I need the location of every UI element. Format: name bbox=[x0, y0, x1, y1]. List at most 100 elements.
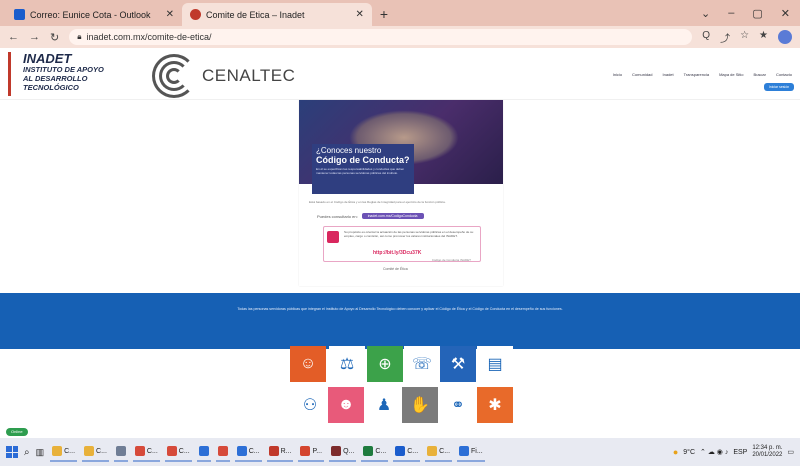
hands-tile[interactable]: ✋ bbox=[402, 387, 438, 423]
people-icon: ⚇ bbox=[302, 397, 318, 414]
taskbar-app[interactable]: C... bbox=[425, 442, 453, 462]
close-icon[interactable]: ✕ bbox=[166, 9, 174, 20]
poster-info-box: Su propósito es orientar la actuación de… bbox=[323, 226, 481, 262]
taskbar-app[interactable]: Q... bbox=[329, 442, 357, 462]
task-view-icon[interactable]: ▥ bbox=[36, 447, 45, 458]
handshake-tile[interactable]: ⚭ bbox=[440, 387, 476, 423]
listen-icon: ☏ bbox=[411, 356, 432, 373]
clock[interactable]: 12:34 p. m. 20/01/2022 bbox=[752, 445, 782, 459]
taskbar-app[interactable]: C... bbox=[50, 442, 78, 462]
extensions-icon[interactable]: ★ bbox=[759, 30, 768, 45]
document-tile[interactable]: ▤ bbox=[477, 346, 513, 382]
tab-outlook[interactable]: Correo: Eunice Cota - Outlook ✕ bbox=[6, 3, 182, 26]
consult-link-pill[interactable]: inadet.com.mx/CodigoConducta bbox=[361, 213, 424, 219]
poster-short-link[interactable]: http://bit.ly/3Dcu37K bbox=[373, 250, 421, 256]
person-tile[interactable]: ☺ bbox=[290, 346, 326, 382]
globe-tile[interactable]: ⊕ bbox=[367, 346, 403, 382]
group-tile[interactable]: ♟ bbox=[366, 387, 402, 423]
app-label: Fi... bbox=[471, 447, 483, 455]
login-button[interactable]: Iniciar sesión bbox=[764, 83, 794, 91]
reload-button[interactable]: ↻ bbox=[50, 31, 59, 44]
time: 12:34 p. m. bbox=[752, 445, 783, 451]
network-tile[interactable]: ✱ bbox=[477, 387, 513, 423]
temperature: 9°C bbox=[683, 448, 696, 456]
poster-headline-block: ¿Conoces nuestro Código de Conducta? En … bbox=[312, 144, 414, 194]
share-icon[interactable]: ⤴ bbox=[720, 30, 730, 45]
app-icon bbox=[363, 446, 374, 456]
browser-toolbar: ← → ↻ 🔒︎ inadet.com.mx/comite-de-etica/ … bbox=[0, 26, 800, 48]
new-tab-button[interactable]: + bbox=[380, 6, 388, 22]
tab-search-button[interactable]: ⌄ bbox=[701, 7, 710, 20]
inadet-logo[interactable]: INADET INSTITUTO DE APOYO AL DESARROLLO … bbox=[8, 52, 126, 96]
app-label: C... bbox=[146, 447, 158, 455]
taskbar: ⌕ ▥ C... C... C... C... C... R... P... Q... C...… bbox=[0, 438, 800, 466]
poster-gray-text: Está basado en el Código de Ética y en l… bbox=[309, 200, 446, 204]
system-tray: ● 9°C ⌃ ☁ ◉ ♪ ESP 12:34 p. m. 20/01/2022… bbox=[673, 445, 794, 459]
windows-start-icon[interactable] bbox=[6, 446, 18, 458]
status-badge: Online bbox=[6, 428, 28, 436]
network-icon[interactable]: ⌃ ☁ ◉ ♪ bbox=[700, 448, 728, 456]
taskbar-app[interactable]: C... bbox=[393, 442, 421, 462]
app-label: R... bbox=[280, 447, 292, 455]
minimize-button[interactable]: – bbox=[728, 7, 734, 19]
nav-item-buscar[interactable]: Buscar bbox=[754, 72, 766, 77]
taskbar-apps: C... C... C... C... C... R... P... Q... C... C...… bbox=[50, 442, 485, 462]
taskbar-app[interactable]: Fi... bbox=[457, 442, 485, 462]
close-window-button[interactable]: ✕ bbox=[781, 7, 790, 20]
back-button[interactable]: ← bbox=[8, 31, 19, 43]
app-icon bbox=[427, 446, 438, 456]
app-icon bbox=[459, 446, 470, 456]
taskbar-app[interactable]: C... bbox=[361, 442, 389, 462]
notifications-icon[interactable]: ▭ bbox=[787, 448, 794, 456]
app-label: P... bbox=[312, 447, 323, 455]
gavel-tile[interactable]: ⚒ bbox=[440, 346, 476, 382]
address-bar[interactable]: 🔒︎ inadet.com.mx/comite-de-etica/ bbox=[69, 29, 693, 45]
window-controls: ⌄ – ▢ ✕ bbox=[701, 0, 800, 26]
taskbar-app[interactable] bbox=[196, 442, 211, 462]
listen-tile[interactable]: ☏ bbox=[404, 346, 440, 382]
inadet-subtitle-1: INSTITUTO DE APOYO bbox=[23, 65, 104, 74]
close-icon[interactable]: ✕ bbox=[356, 9, 364, 20]
app-icon bbox=[166, 446, 177, 456]
maximize-button[interactable]: ▢ bbox=[752, 7, 762, 20]
balance-icon: ⚖ bbox=[339, 356, 355, 373]
bookmark-icon[interactable]: ☆ bbox=[740, 30, 749, 45]
balance-tile[interactable]: ⚖ bbox=[329, 346, 365, 382]
nav-item-transparencia[interactable]: Transparencia bbox=[684, 72, 709, 77]
url-text: inadet.com.mx/comite-de-etica/ bbox=[86, 32, 212, 42]
forward-button[interactable]: → bbox=[29, 31, 40, 43]
language[interactable]: ESP bbox=[733, 449, 747, 456]
zoom-icon[interactable]: Q bbox=[702, 30, 710, 45]
network-icon: ✱ bbox=[488, 397, 502, 414]
app-label: Q... bbox=[343, 447, 355, 455]
search-icon[interactable]: ⌕ bbox=[24, 447, 30, 458]
team-tile[interactable]: ☻ bbox=[328, 387, 364, 423]
taskbar-app[interactable]: C... bbox=[164, 442, 192, 462]
taskbar-app[interactable] bbox=[113, 442, 128, 462]
app-icon bbox=[84, 446, 95, 456]
taskbar-app[interactable] bbox=[215, 442, 230, 462]
person-icon: ☺ bbox=[299, 355, 317, 372]
app-label: C... bbox=[178, 447, 190, 455]
app-icon bbox=[217, 446, 228, 456]
taskbar-app[interactable]: C... bbox=[234, 442, 262, 462]
tab-comite-etica[interactable]: Comite de Etica – Inadet ✕ bbox=[181, 3, 372, 26]
taskbar-app[interactable]: C... bbox=[82, 442, 109, 462]
nav-item-comunidad[interactable]: Comunidad bbox=[632, 72, 652, 77]
app-label: C... bbox=[375, 447, 387, 455]
cenaltec-logo[interactable]: CENALTEC bbox=[152, 54, 295, 98]
profile-avatar[interactable] bbox=[778, 29, 792, 44]
nav-item-contacto[interactable]: Contacto bbox=[776, 72, 792, 77]
app-label: C... bbox=[64, 447, 76, 455]
nav-item-inicio[interactable]: Inicio bbox=[613, 72, 622, 77]
people-tile[interactable]: ⚇ bbox=[292, 387, 328, 423]
nav-item-inadet[interactable]: Inadet bbox=[663, 72, 674, 77]
taskbar-app[interactable]: R... bbox=[266, 442, 294, 462]
cenaltec-name: CENALTEC bbox=[202, 66, 296, 85]
app-label: C... bbox=[248, 447, 260, 455]
info-icon bbox=[327, 231, 339, 243]
taskbar-app[interactable]: C... bbox=[132, 442, 160, 462]
nav-item-mapa[interactable]: Mapa de Sitio bbox=[719, 72, 743, 77]
taskbar-app[interactable]: P... bbox=[298, 442, 325, 462]
hands-icon: ✋ bbox=[410, 397, 430, 414]
